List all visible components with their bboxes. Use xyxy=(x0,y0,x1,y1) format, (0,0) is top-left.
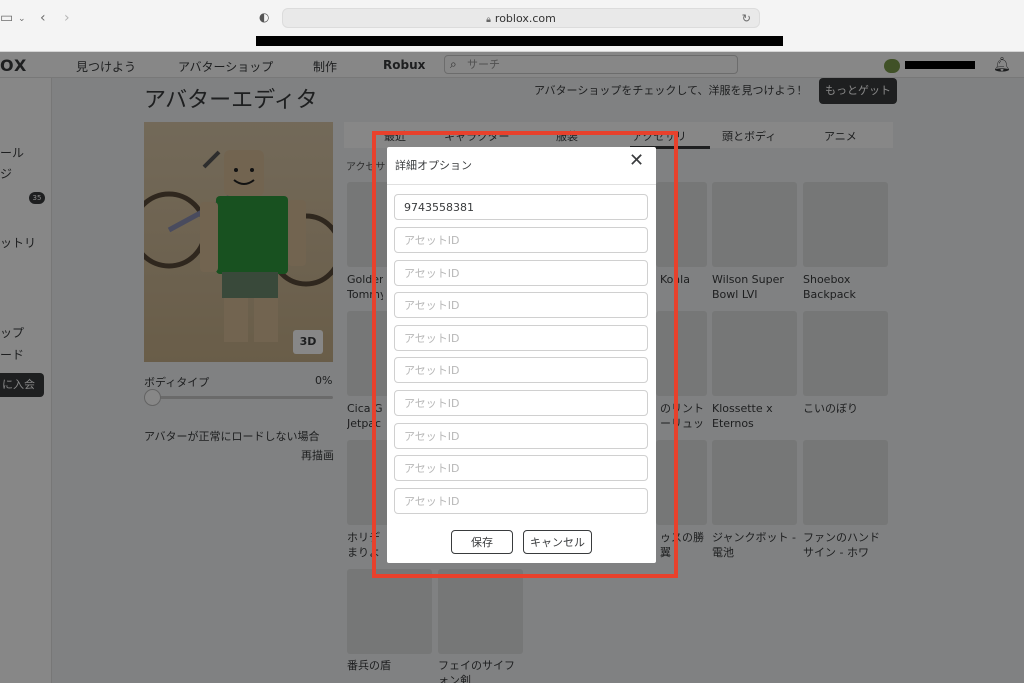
redaction-bar xyxy=(256,36,783,46)
back-icon[interactable]: ‹ xyxy=(40,10,46,26)
shield-icon[interactable]: ◐ xyxy=(259,10,269,24)
reload-icon[interactable]: ↻ xyxy=(742,9,751,28)
chevron-down-icon[interactable]: ⌄ xyxy=(18,14,26,24)
forward-icon[interactable]: › xyxy=(64,10,70,26)
url-text: roblox.com xyxy=(494,12,556,25)
red-highlight-box xyxy=(372,131,678,578)
browser-toolbar: ▭ ⌄ ‹ › ◐ 🔒︎ roblox.com ↻ xyxy=(0,0,1024,52)
lock-icon: 🔒︎ xyxy=(486,15,491,25)
url-bar[interactable]: 🔒︎ roblox.com ↻ xyxy=(282,8,760,28)
sidebar-toggle-icon[interactable]: ▭ xyxy=(0,10,13,26)
